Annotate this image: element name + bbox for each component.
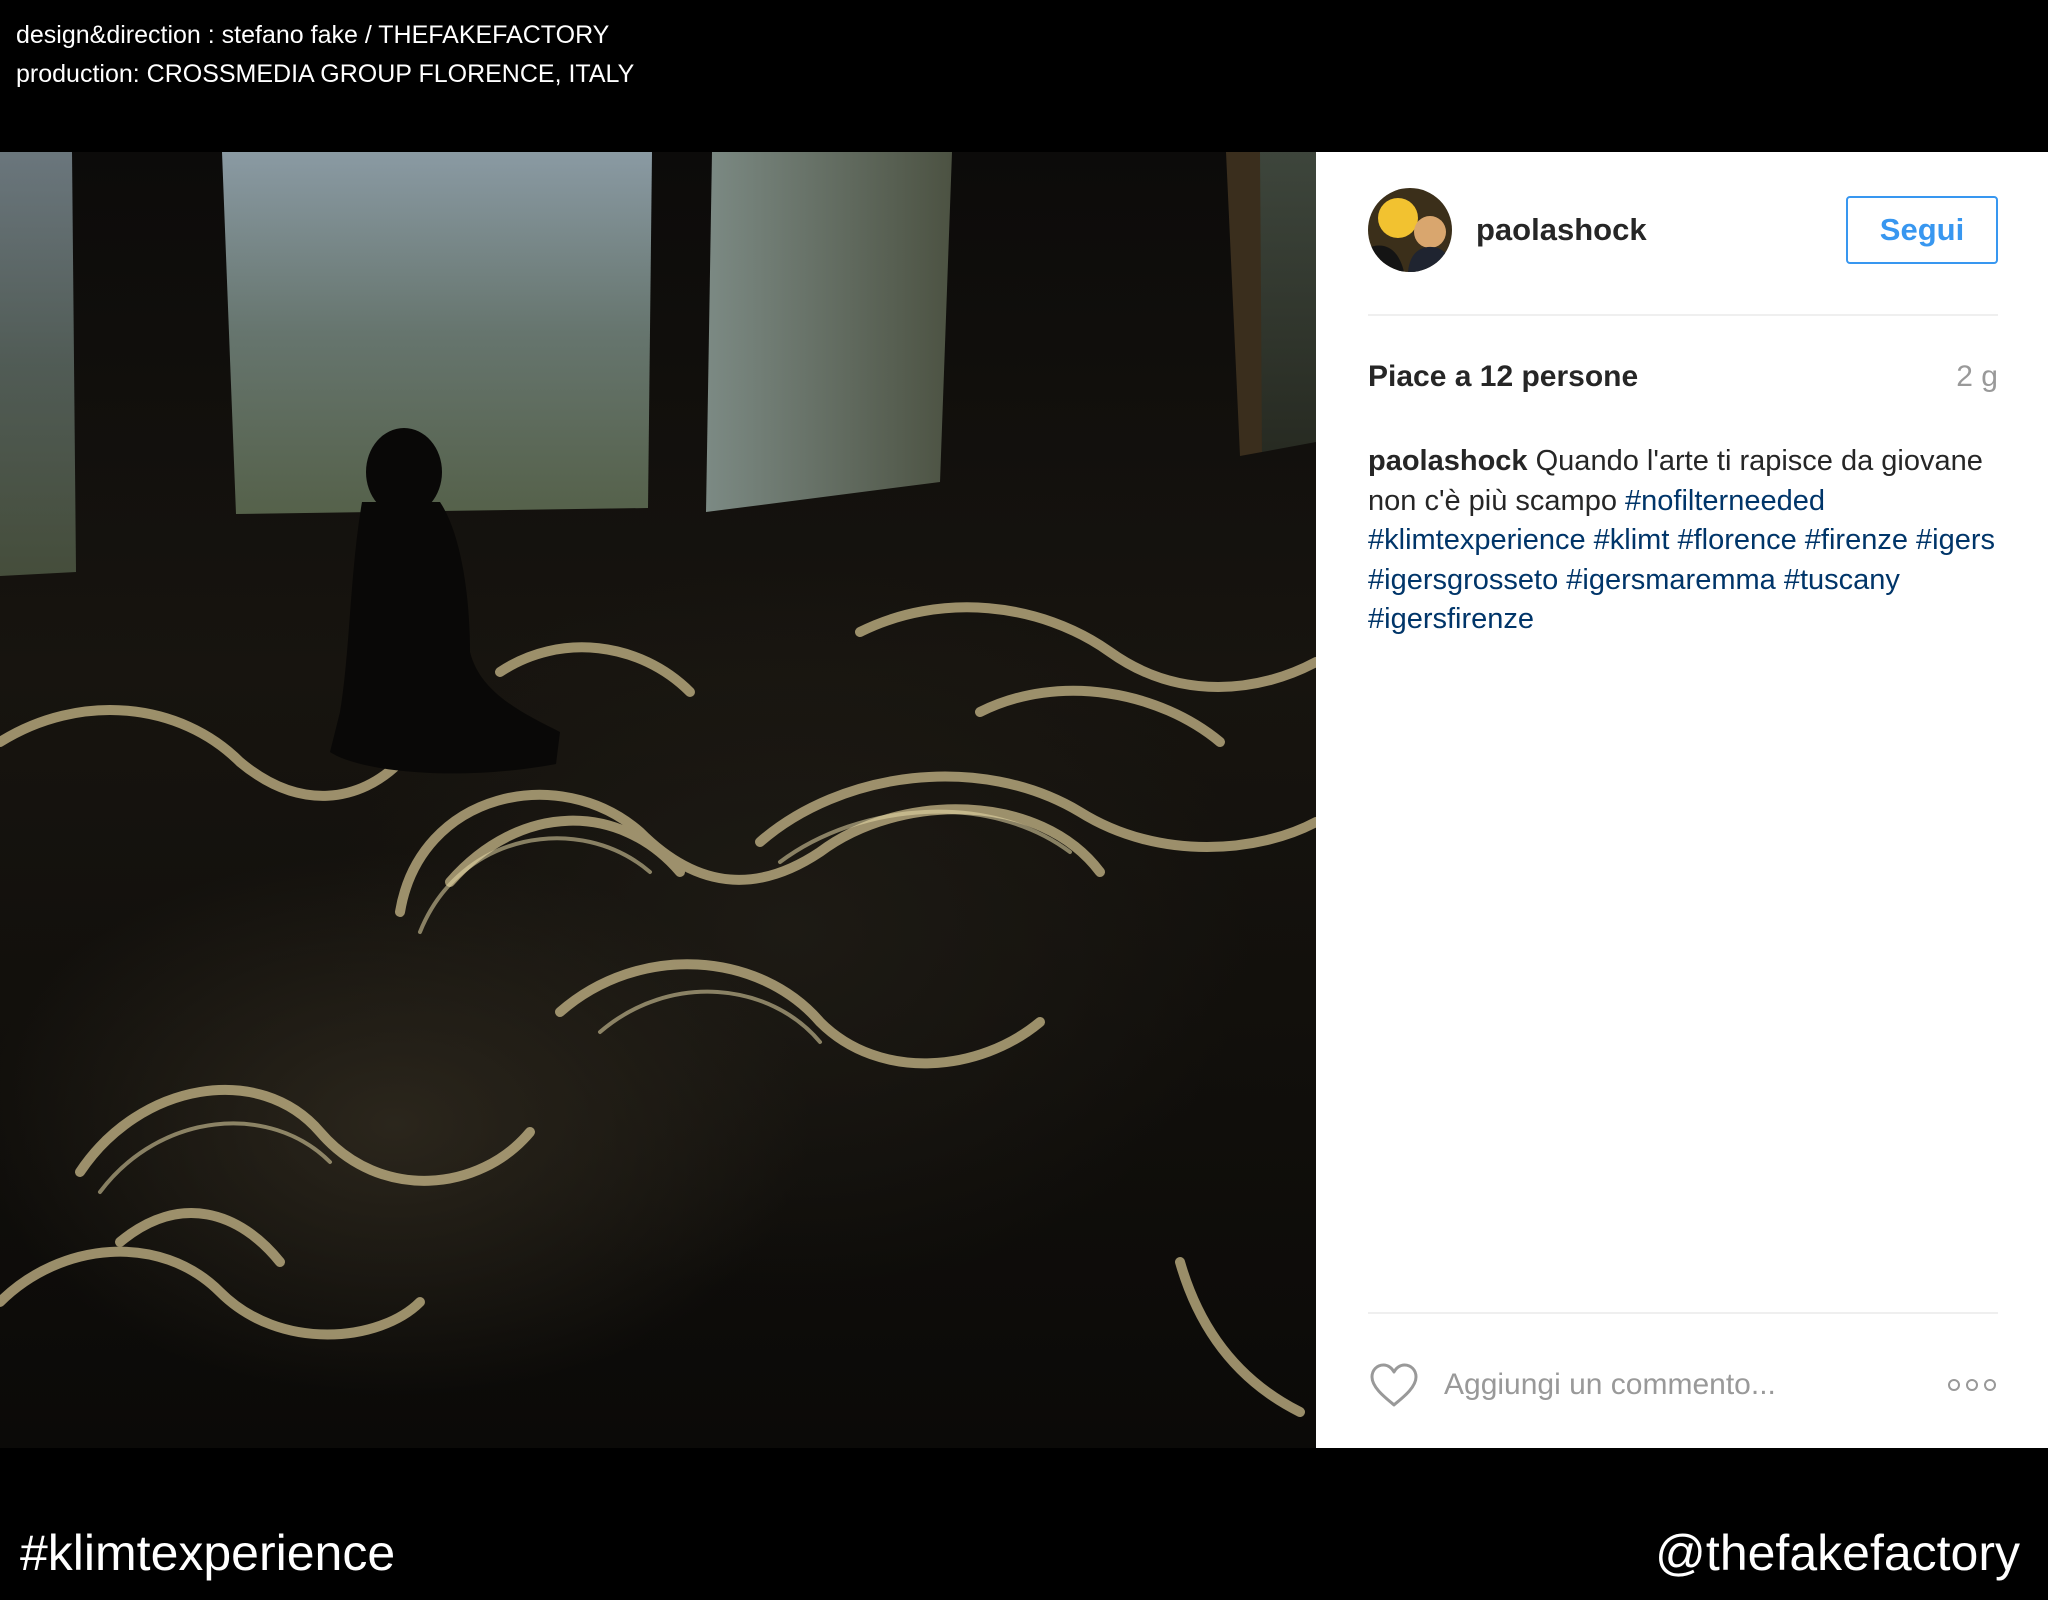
header-divider	[1368, 314, 1998, 316]
avatar[interactable]	[1368, 188, 1452, 272]
credits-direction: design&direction : stefano fake / THEFAK…	[16, 21, 610, 49]
post-time[interactable]: 2 g	[1956, 360, 1998, 394]
avatar-image	[1368, 188, 1452, 272]
post-header: paolashock Segui	[1368, 188, 1998, 272]
credits: design&direction : stefano fake / THEFAK…	[16, 16, 634, 94]
post-photo	[0, 152, 1316, 1448]
footer-hashtag: #klimtexperience	[20, 1525, 396, 1581]
post-username[interactable]: paolashock	[1476, 212, 1846, 248]
heart-icon[interactable]	[1368, 1362, 1420, 1408]
comment-input[interactable]	[1444, 1368, 1946, 1402]
footer-handle: @thefakefactory	[1655, 1525, 2020, 1581]
post-photo-illustration	[0, 152, 1316, 1417]
likes-count[interactable]: Piace a 12 persone	[1368, 360, 1638, 394]
more-options-icon[interactable]	[1946, 1377, 1998, 1393]
post-detail-panel: paolashock Segui Piace a 12 persone 2 g …	[1316, 152, 2048, 1448]
post-caption: paolashock Quando l'arte ti rapisce da g…	[1368, 442, 2008, 640]
comment-divider	[1368, 1312, 1998, 1314]
credits-production: production: CROSSMEDIA GROUP FLORENCE, I…	[16, 60, 635, 88]
comment-bar	[1368, 1362, 1998, 1408]
likes-row: Piace a 12 persone 2 g	[1368, 360, 1998, 394]
caption-username[interactable]: paolashock	[1368, 445, 1528, 477]
follow-button[interactable]: Segui	[1846, 196, 1998, 264]
